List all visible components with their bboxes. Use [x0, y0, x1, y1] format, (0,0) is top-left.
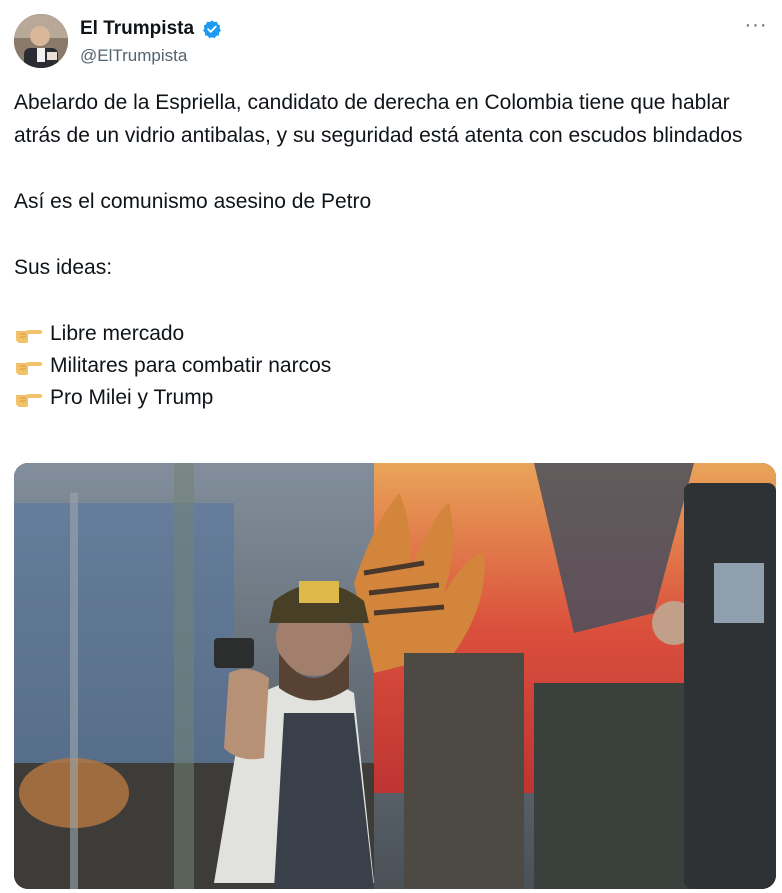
verified-badge-icon: [203, 20, 222, 39]
pointing-hand-icon: [16, 394, 42, 407]
tweet-header: El Trumpista @ElTrumpista ···: [14, 14, 768, 72]
idea-list-item: Libre mercado: [14, 317, 768, 349]
idea-list-item: Militares para combatir narcos: [14, 349, 768, 381]
display-name[interactable]: El Trumpista: [80, 18, 194, 40]
idea-text: Libre mercado: [50, 321, 185, 345]
more-options-button[interactable]: ···: [744, 15, 768, 38]
author-handle[interactable]: @ElTrumpista: [80, 46, 222, 66]
tweet-media-video[interactable]: [14, 463, 776, 889]
author-names: El Trumpista @ElTrumpista: [80, 18, 222, 66]
idea-text: Pro Milei y Trump: [50, 385, 214, 409]
tweet-paragraph: Sus ideas:: [14, 256, 113, 279]
idea-list-item: Pro Milei y Trump: [14, 381, 768, 413]
avatar[interactable]: [14, 14, 68, 68]
tweet-card: El Trumpista @ElTrumpista ··· Abelardo d…: [0, 0, 782, 893]
tweet-paragraph: Abelardo de la Espriella, candidato de d…: [14, 91, 743, 147]
pointing-hand-icon: [16, 362, 42, 375]
tweet-text: Abelardo de la Espriella, candidato de d…: [14, 86, 768, 413]
tweet-paragraph: Así es el comunismo asesino de Petro: [14, 190, 372, 213]
idea-text: Militares para combatir narcos: [50, 353, 332, 377]
pointing-hand-icon: [16, 330, 42, 343]
